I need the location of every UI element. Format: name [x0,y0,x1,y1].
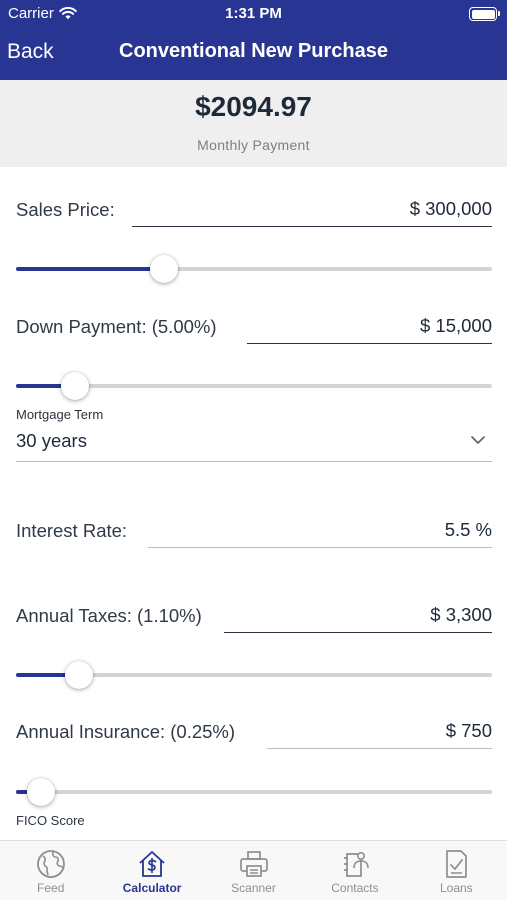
slider-thumb[interactable] [150,255,179,283]
interest-rate-row: Interest Rate: 5.5 % [16,512,492,548]
slider-track [16,790,492,794]
annual-taxes-input[interactable]: $ 3,300 [224,597,492,633]
annual-insurance-label: Annual Insurance: (0.25%) [16,721,236,742]
sales-price-label: Sales Price: [16,199,115,220]
interest-rate-input[interactable]: 5.5 % [148,512,492,548]
tab-label: Calculator [122,881,182,895]
monthly-payment-amount: $2094.97 [195,91,312,122]
tab-label: Scanner [231,881,276,895]
interest-rate-label: Interest Rate: [16,520,128,541]
annual-insurance-slider[interactable] [16,777,492,807]
tab-scanner[interactable]: Scanner [203,841,304,900]
monthly-payment-label: Monthly Payment [197,137,310,153]
payment-summary: $2094.97 Monthly Payment [0,80,507,167]
annual-insurance-input[interactable]: $ 750 [267,713,492,749]
navigation-header: Carrier 1:31 PM Back Conventional New Pu… [0,0,507,80]
status-time: 1:31 PM [225,5,282,22]
sales-price-input[interactable]: $ 300,000 [132,191,492,227]
slider-thumb[interactable] [65,661,94,689]
mortgage-term-label: Mortgage Term [16,407,104,422]
annual-taxes-row: Annual Taxes: (1.10%) $ 3,300 [16,597,492,633]
tab-calculator[interactable]: Calculator [101,841,202,900]
tab-label: Contacts [331,881,379,895]
tab-loans[interactable]: Loans [406,841,507,900]
tab-feed[interactable]: Feed [0,841,101,900]
tab-contacts[interactable]: Contacts [304,841,405,900]
battery-icon [469,7,500,21]
sales-price-row: Sales Price: $ 300,000 [16,191,492,227]
contacts-icon [343,852,369,877]
slider-fill [16,790,28,794]
fico-score-label: FICO Score [16,813,85,828]
annual-taxes-slider[interactable] [16,660,492,690]
slider-thumb[interactable] [27,778,56,806]
tab-label: Feed [37,881,65,895]
annual-insurance-row: Annual Insurance: (0.25%) $ 750 [16,713,492,749]
mortgage-term-select[interactable]: 30 years [16,428,492,462]
tab-bar: Feed Calculator Scanner Contacts Loans [0,840,507,900]
printer-icon [239,851,268,877]
page-title: Conventional New Purchase [119,40,388,62]
slider-fill [16,384,64,388]
chevron-down-icon [471,436,485,444]
slider-thumb[interactable] [60,372,89,400]
down-payment-row: Down Payment: (5.00%) $ 15,000 [16,308,492,344]
sales-price-slider[interactable] [16,254,492,284]
mortgage-term-value: 30 years [16,430,87,451]
annual-taxes-label: Annual Taxes: (1.10%) [16,605,202,626]
globe-icon [36,850,65,878]
slider-fill [16,267,159,271]
down-payment-slider[interactable] [16,371,492,401]
document-check-icon [446,850,468,878]
house-dollar-icon [139,851,165,877]
slider-fill [16,673,69,677]
tab-label: Loans [439,881,473,895]
down-payment-label: Down Payment: (5.00%) [16,316,217,337]
down-payment-input[interactable]: $ 15,000 [247,308,492,344]
